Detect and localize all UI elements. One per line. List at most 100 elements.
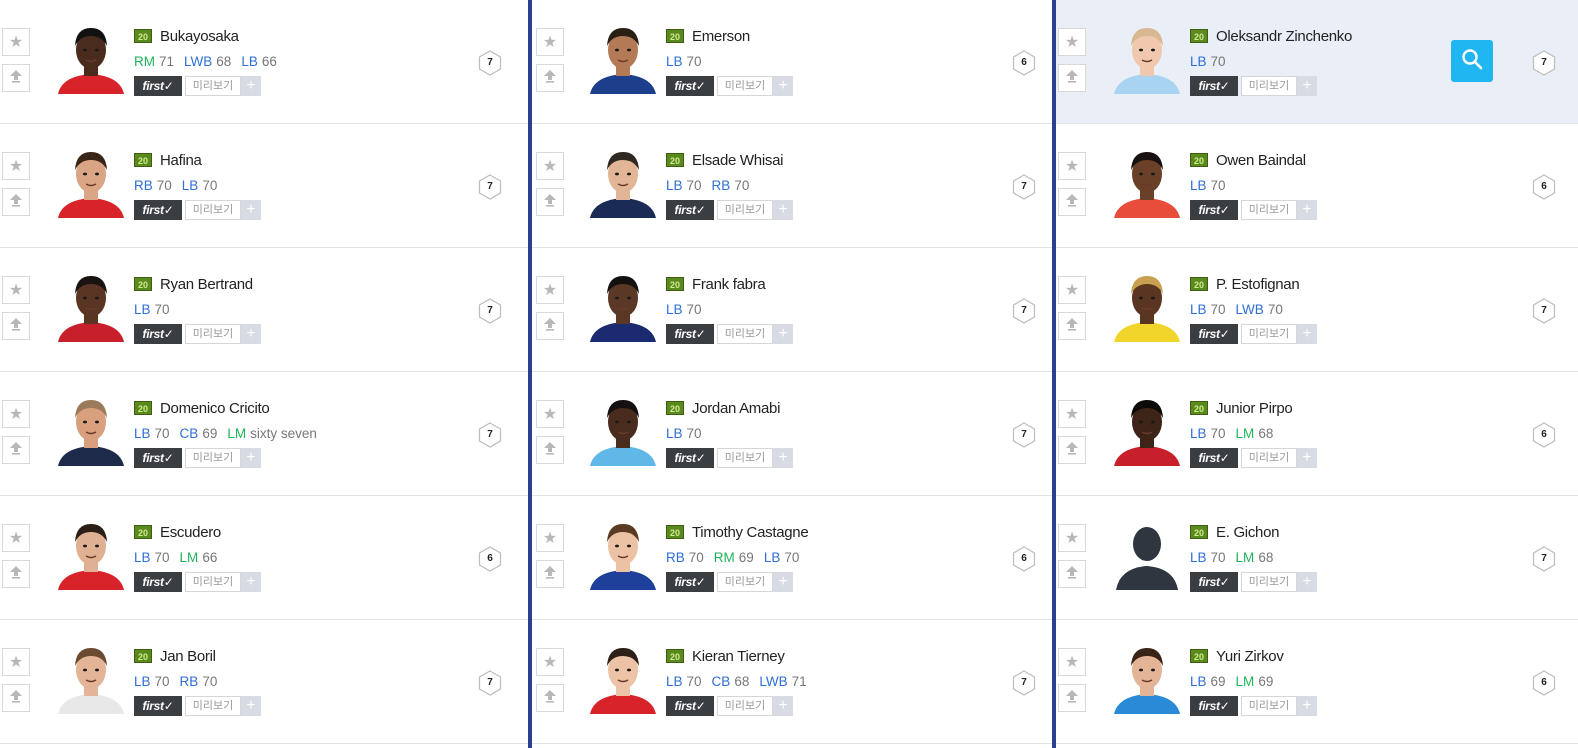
add-button[interactable]: +	[241, 572, 261, 592]
player-name[interactable]: Junior Pirpo	[1216, 400, 1293, 417]
add-button[interactable]: +	[1297, 324, 1317, 344]
preview-button[interactable]: 미리보기	[185, 76, 241, 96]
preview-button[interactable]: 미리보기	[185, 572, 241, 592]
upgrade-arrow-button[interactable]	[536, 64, 564, 92]
player-name[interactable]: Escudero	[160, 524, 221, 541]
player-card[interactable]: ★ 20 Yuri Zirkov LB 69 LM 69 first✓ 미리보기 +6	[1056, 620, 1578, 744]
player-card[interactable]: ★ 20 Emerson LB 70 first✓ 미리보기 +6	[532, 0, 1052, 124]
favorite-star-button[interactable]: ★	[536, 648, 564, 676]
preview-button[interactable]: 미리보기	[185, 200, 241, 220]
player-card[interactable]: ★ 20 Escudero LB 70 LM 66 first✓ 미리보기 +6	[0, 496, 528, 620]
player-card[interactable]: ★ 20 Timothy Castagne RB 70 RM 69 LB 70 first✓ 미리보…	[532, 496, 1052, 620]
add-button[interactable]: +	[773, 324, 793, 344]
favorite-star-button[interactable]: ★	[2, 152, 30, 180]
add-button[interactable]: +	[241, 448, 261, 468]
preview-button[interactable]: 미리보기	[185, 696, 241, 716]
favorite-star-button[interactable]: ★	[1058, 648, 1086, 676]
upgrade-arrow-button[interactable]	[536, 560, 564, 588]
player-name[interactable]: Emerson	[692, 28, 750, 45]
player-name[interactable]: P. Estofignan	[1216, 276, 1300, 293]
favorite-star-button[interactable]: ★	[2, 276, 30, 304]
player-name[interactable]: Hafina	[160, 152, 202, 169]
player-card[interactable]: ★ 20 Frank fabra LB 70 first✓ 미리보기 +7	[532, 248, 1052, 372]
player-name[interactable]: Jordan Amabi	[692, 400, 780, 417]
upgrade-arrow-button[interactable]	[1058, 560, 1086, 588]
upgrade-arrow-button[interactable]	[1058, 64, 1086, 92]
player-name[interactable]: Jan Boril	[160, 648, 216, 665]
player-card[interactable]: ★ 20 Jan Boril LB 70 RB 70 first✓ 미리보기 +7	[0, 620, 528, 744]
upgrade-arrow-button[interactable]	[1058, 312, 1086, 340]
upgrade-arrow-button[interactable]	[2, 312, 30, 340]
player-card[interactable]: ★ 20 Oleksandr Zinchenko LB 70 first✓ 미리보기 +7	[1056, 0, 1578, 124]
favorite-star-button[interactable]: ★	[2, 648, 30, 676]
search-button[interactable]	[1451, 40, 1493, 82]
favorite-star-button[interactable]: ★	[536, 276, 564, 304]
preview-button[interactable]: 미리보기	[717, 696, 773, 716]
player-name[interactable]: Bukayosaka	[160, 28, 239, 45]
upgrade-arrow-button[interactable]	[536, 436, 564, 464]
preview-button[interactable]: 미리보기	[1241, 76, 1297, 96]
preview-button[interactable]: 미리보기	[717, 448, 773, 468]
add-button[interactable]: +	[773, 448, 793, 468]
player-name[interactable]: Owen Baindal	[1216, 152, 1306, 169]
player-card[interactable]: ★ 20 Domenico Cricito LB 70 CB 69 LM sixty seven…	[0, 372, 528, 496]
player-card[interactable]: ★ 20 Ryan Bertrand LB 70 first✓ 미리보기 +7	[0, 248, 528, 372]
upgrade-arrow-button[interactable]	[2, 188, 30, 216]
player-name[interactable]: Frank fabra	[692, 276, 766, 293]
upgrade-arrow-button[interactable]	[2, 64, 30, 92]
favorite-star-button[interactable]: ★	[536, 524, 564, 552]
favorite-star-button[interactable]: ★	[1058, 524, 1086, 552]
add-button[interactable]: +	[773, 572, 793, 592]
player-card[interactable]: ★ 20 Hafina RB 70 LB 70 first✓ 미리보기 +7	[0, 124, 528, 248]
add-button[interactable]: +	[241, 696, 261, 716]
add-button[interactable]: +	[1297, 76, 1317, 96]
favorite-star-button[interactable]: ★	[2, 524, 30, 552]
player-name[interactable]: Timothy Castagne	[692, 524, 809, 541]
upgrade-arrow-button[interactable]	[1058, 684, 1086, 712]
preview-button[interactable]: 미리보기	[717, 76, 773, 96]
preview-button[interactable]: 미리보기	[1241, 572, 1297, 592]
favorite-star-button[interactable]: ★	[2, 400, 30, 428]
upgrade-arrow-button[interactable]	[2, 560, 30, 588]
player-name[interactable]: Oleksandr Zinchenko	[1216, 28, 1352, 45]
player-card[interactable]: ★ 20 E. Gichon LB 70 LM 68 first✓ 미리보기 +7	[1056, 496, 1578, 620]
upgrade-arrow-button[interactable]	[536, 312, 564, 340]
preview-button[interactable]: 미리보기	[717, 572, 773, 592]
upgrade-arrow-button[interactable]	[2, 436, 30, 464]
upgrade-arrow-button[interactable]	[536, 684, 564, 712]
favorite-star-button[interactable]: ★	[1058, 276, 1086, 304]
add-button[interactable]: +	[773, 200, 793, 220]
player-name[interactable]: Yuri Zirkov	[1216, 648, 1284, 665]
player-card[interactable]: ★ 20 Junior Pirpo LB 70 LM 68 first✓ 미리보기 +6	[1056, 372, 1578, 496]
favorite-star-button[interactable]: ★	[1058, 28, 1086, 56]
player-card[interactable]: ★ 20 Kieran Tierney LB 70 CB 68 LWB 71 first✓ 미리보기…	[532, 620, 1052, 744]
upgrade-arrow-button[interactable]	[1058, 188, 1086, 216]
add-button[interactable]: +	[1297, 696, 1317, 716]
player-card[interactable]: ★ 20 Jordan Amabi LB 70 first✓ 미리보기 +7	[532, 372, 1052, 496]
player-name[interactable]: E. Gichon	[1216, 524, 1279, 541]
preview-button[interactable]: 미리보기	[717, 200, 773, 220]
upgrade-arrow-button[interactable]	[1058, 436, 1086, 464]
add-button[interactable]: +	[241, 324, 261, 344]
favorite-star-button[interactable]: ★	[1058, 152, 1086, 180]
favorite-star-button[interactable]: ★	[536, 152, 564, 180]
preview-button[interactable]: 미리보기	[185, 448, 241, 468]
add-button[interactable]: +	[773, 76, 793, 96]
add-button[interactable]: +	[241, 200, 261, 220]
player-card[interactable]: ★ 20 Bukayosaka RM 71 LWB 68 LB 66 first✓ 미리보기 +7	[0, 0, 528, 124]
preview-button[interactable]: 미리보기	[185, 324, 241, 344]
favorite-star-button[interactable]: ★	[536, 28, 564, 56]
player-card[interactable]: ★ 20 Owen Baindal LB 70 first✓ 미리보기 +6	[1056, 124, 1578, 248]
add-button[interactable]: +	[1297, 572, 1317, 592]
preview-button[interactable]: 미리보기	[1241, 448, 1297, 468]
player-name[interactable]: Elsade Whisai	[692, 152, 783, 169]
preview-button[interactable]: 미리보기	[1241, 324, 1297, 344]
upgrade-arrow-button[interactable]	[536, 188, 564, 216]
player-card[interactable]: ★ 20 P. Estofignan LB 70 LWB 70 first✓ 미리보기 +7	[1056, 248, 1578, 372]
player-name[interactable]: Kieran Tierney	[692, 648, 785, 665]
add-button[interactable]: +	[773, 696, 793, 716]
preview-button[interactable]: 미리보기	[1241, 200, 1297, 220]
preview-button[interactable]: 미리보기	[717, 324, 773, 344]
favorite-star-button[interactable]: ★	[2, 28, 30, 56]
player-name[interactable]: Ryan Bertrand	[160, 276, 253, 293]
